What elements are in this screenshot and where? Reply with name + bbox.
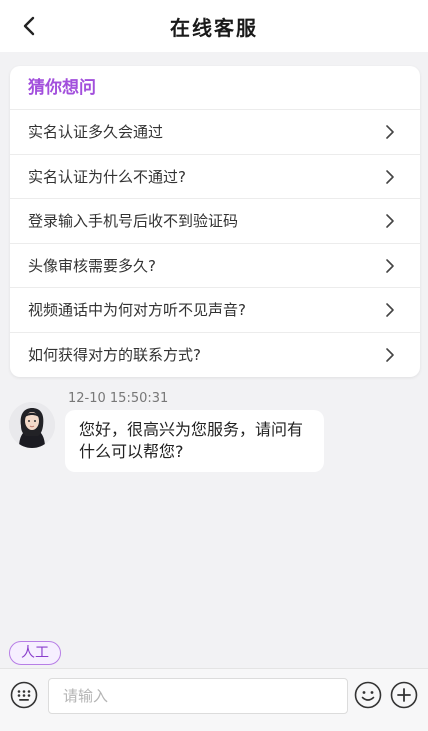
faq-item[interactable]: 实名认证为什么不通过? [10, 155, 420, 199]
plus-icon [390, 681, 418, 709]
faq-item-label: 登录输入手机号后收不到验证码 [28, 212, 239, 230]
message-bubble: 您好，很高兴为您服务，请问有什么可以帮您? [65, 410, 324, 472]
input-bar [0, 668, 428, 731]
faq-title: 猜你想问 [10, 66, 420, 110]
chevron-right-icon [386, 214, 394, 228]
customer-service-screen: 在线客服 猜你想问 实名认证多久会通过 实名认证为什么不通过? 登录输入手机号后… [0, 0, 428, 731]
chevron-right-icon [386, 125, 394, 139]
chevron-right-icon [386, 169, 394, 184]
chevron-right-icon [386, 303, 394, 317]
faq-item[interactable]: 头像审核需要多久? [10, 244, 420, 288]
emoji-icon [354, 681, 382, 709]
page-title: 在线客服 [170, 16, 258, 40]
faq-item-label: 视频通话中为何对方听不见声音? [28, 301, 246, 319]
faq-item[interactable]: 实名认证多久会通过 [10, 110, 420, 155]
agent-avatar[interactable] [9, 402, 55, 448]
faq-item-label: 如何获得对方的联系方式? [28, 345, 201, 364]
faq-item-label: 实名认证多久会通过 [28, 123, 164, 141]
message-timestamp: 12-10 15:50:31 [68, 391, 169, 406]
message-input[interactable] [48, 678, 348, 714]
faq-item[interactable]: 登录输入手机号后收不到验证码 [10, 199, 420, 244]
more-actions-button[interactable] [390, 681, 418, 709]
emoji-button[interactable] [354, 681, 382, 709]
keyboard-toggle-button[interactable] [10, 681, 38, 709]
faq-item-label: 实名认证为什么不通过? [28, 167, 186, 186]
faq-item-label: 头像审核需要多久? [28, 256, 156, 275]
faq-item[interactable]: 如何获得对方的联系方式? [10, 333, 420, 378]
faq-item[interactable]: 视频通话中为何对方听不见声音? [10, 288, 420, 333]
chevron-right-icon [386, 347, 394, 362]
faq-card: 猜你想问 实名认证多久会通过 实名认证为什么不通过? 登录输入手机号后收不到验证… [10, 66, 420, 377]
human-agent-button[interactable]: 人工 [9, 641, 61, 665]
agent-avatar-image [9, 402, 55, 448]
top-bar: 在线客服 [0, 0, 428, 52]
keyboard-icon [10, 681, 38, 709]
chevron-right-icon [386, 258, 394, 273]
